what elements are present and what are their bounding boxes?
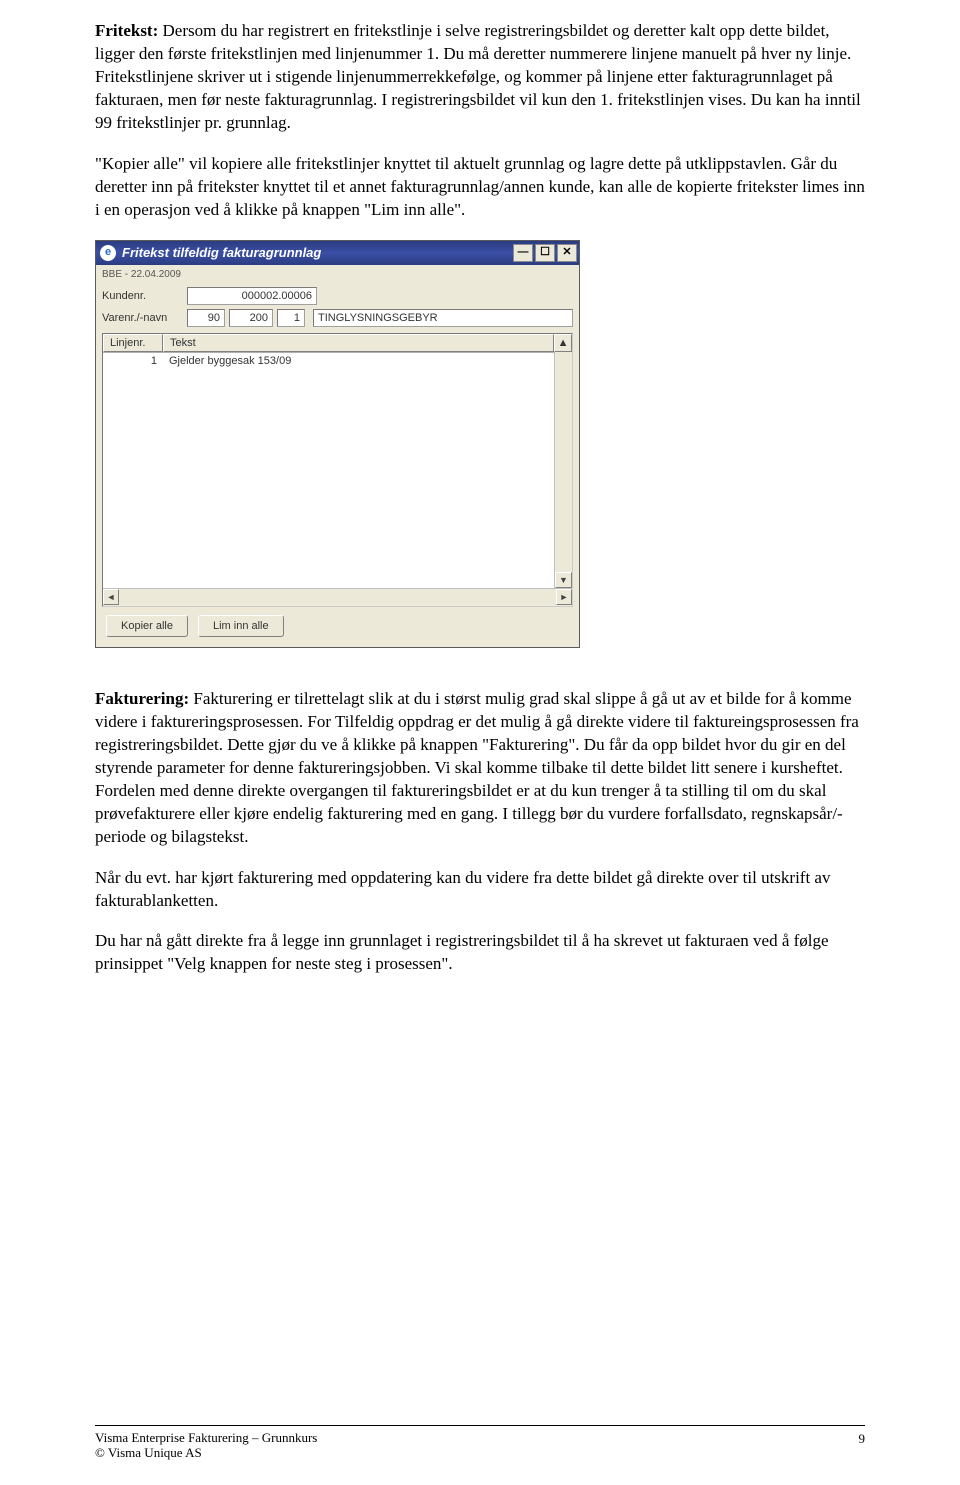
vertical-scrollbar[interactable]: ▼ <box>554 352 572 588</box>
scroll-left-button[interactable]: ◄ <box>103 589 119 605</box>
cell-tekst: Gjelder byggesak 153/09 <box>163 353 572 369</box>
grid-header-tekst[interactable]: Tekst <box>163 334 554 352</box>
chevron-right-icon: ► <box>560 591 569 603</box>
field-vare2[interactable]: 200 <box>229 309 273 327</box>
titlebar: e Fritekst tilfeldig fakturagrunnlag — ☐… <box>96 241 579 265</box>
window-title: Fritekst tilfeldig fakturagrunnlag <box>122 244 513 262</box>
kopier-alle-button[interactable]: Kopier alle <box>106 615 188 637</box>
field-vare3[interactable]: 1 <box>277 309 305 327</box>
row-kundenr: Kundenr. 000002.00006 <box>102 287 573 305</box>
maximize-button[interactable]: ☐ <box>535 244 555 262</box>
table-row[interactable]: 1 Gjelder byggesak 153/09 <box>103 353 572 369</box>
horizontal-scrollbar[interactable]: ◄ ► <box>103 588 572 606</box>
button-row: Kopier alle Lim inn alle <box>102 607 573 639</box>
grid-header: Linjenr. Tekst ▲ <box>103 334 572 353</box>
text-fritekst: Dersom du har registrert en fritekstlinj… <box>95 21 861 132</box>
chevron-down-icon: ▼ <box>559 574 568 586</box>
paragraph-oppdatering: Når du evt. har kjørt fakturering med op… <box>95 867 865 913</box>
scroll-up-button[interactable]: ▲ <box>554 334 572 352</box>
chevron-left-icon: ◄ <box>107 591 116 603</box>
label-fritekst: Fritekst: <box>95 21 158 40</box>
scroll-right-button[interactable]: ► <box>556 589 572 605</box>
field-kundenr[interactable]: 000002.00006 <box>187 287 317 305</box>
app-window: e Fritekst tilfeldig fakturagrunnlag — ☐… <box>95 240 580 649</box>
paragraph-kopier-alle: "Kopier alle" vil kopiere alle fritekstl… <box>95 153 865 222</box>
lim-inn-alle-button[interactable]: Lim inn alle <box>198 615 284 637</box>
text-fakturering: Fakturering er tilrettelagt slik at du i… <box>95 689 859 846</box>
paragraph-fakturering: Fakturering: Fakturering er tilrettelagt… <box>95 688 865 849</box>
cell-linjenr: 1 <box>103 353 163 369</box>
page-number: 9 <box>859 1430 866 1448</box>
field-varenavn[interactable]: TINGLYSNINGSGEBYR <box>313 309 573 327</box>
field-vare1[interactable]: 90 <box>187 309 225 327</box>
grid-header-linjenr[interactable]: Linjenr. <box>103 334 163 352</box>
footer-line2: © Visma Unique AS <box>95 1445 317 1461</box>
window-subheader: BBE - 22.04.2009 <box>102 268 573 282</box>
paragraph-fritekst: Fritekst: Dersom du har registrert en fr… <box>95 20 865 135</box>
paragraph-prinsipp: Du har nå gått direkte fra å legge inn g… <box>95 930 865 976</box>
close-button[interactable]: ✕ <box>557 244 577 262</box>
label-varenr: Varenr./-navn <box>102 311 187 326</box>
scroll-down-button[interactable]: ▼ <box>555 572 572 588</box>
minimize-button[interactable]: — <box>513 244 533 262</box>
footer-line1: Visma Enterprise Fakturering – Grunnkurs <box>95 1430 317 1446</box>
grid-body: 1 Gjelder byggesak 153/09 <box>103 353 572 588</box>
app-icon: e <box>100 245 116 261</box>
chevron-up-icon: ▲ <box>558 336 569 351</box>
grid: Linjenr. Tekst ▲ 1 Gjelder byggesak 153/… <box>102 333 573 607</box>
row-varenr: Varenr./-navn 90 200 1 TINGLYSNINGSGEBYR <box>102 309 573 327</box>
label-kundenr: Kundenr. <box>102 289 187 304</box>
label-fakturering: Fakturering: <box>95 689 189 708</box>
window-body: BBE - 22.04.2009 Kundenr. 000002.00006 V… <box>96 265 579 648</box>
page-footer: Visma Enterprise Fakturering – Grunnkurs… <box>95 1425 865 1461</box>
